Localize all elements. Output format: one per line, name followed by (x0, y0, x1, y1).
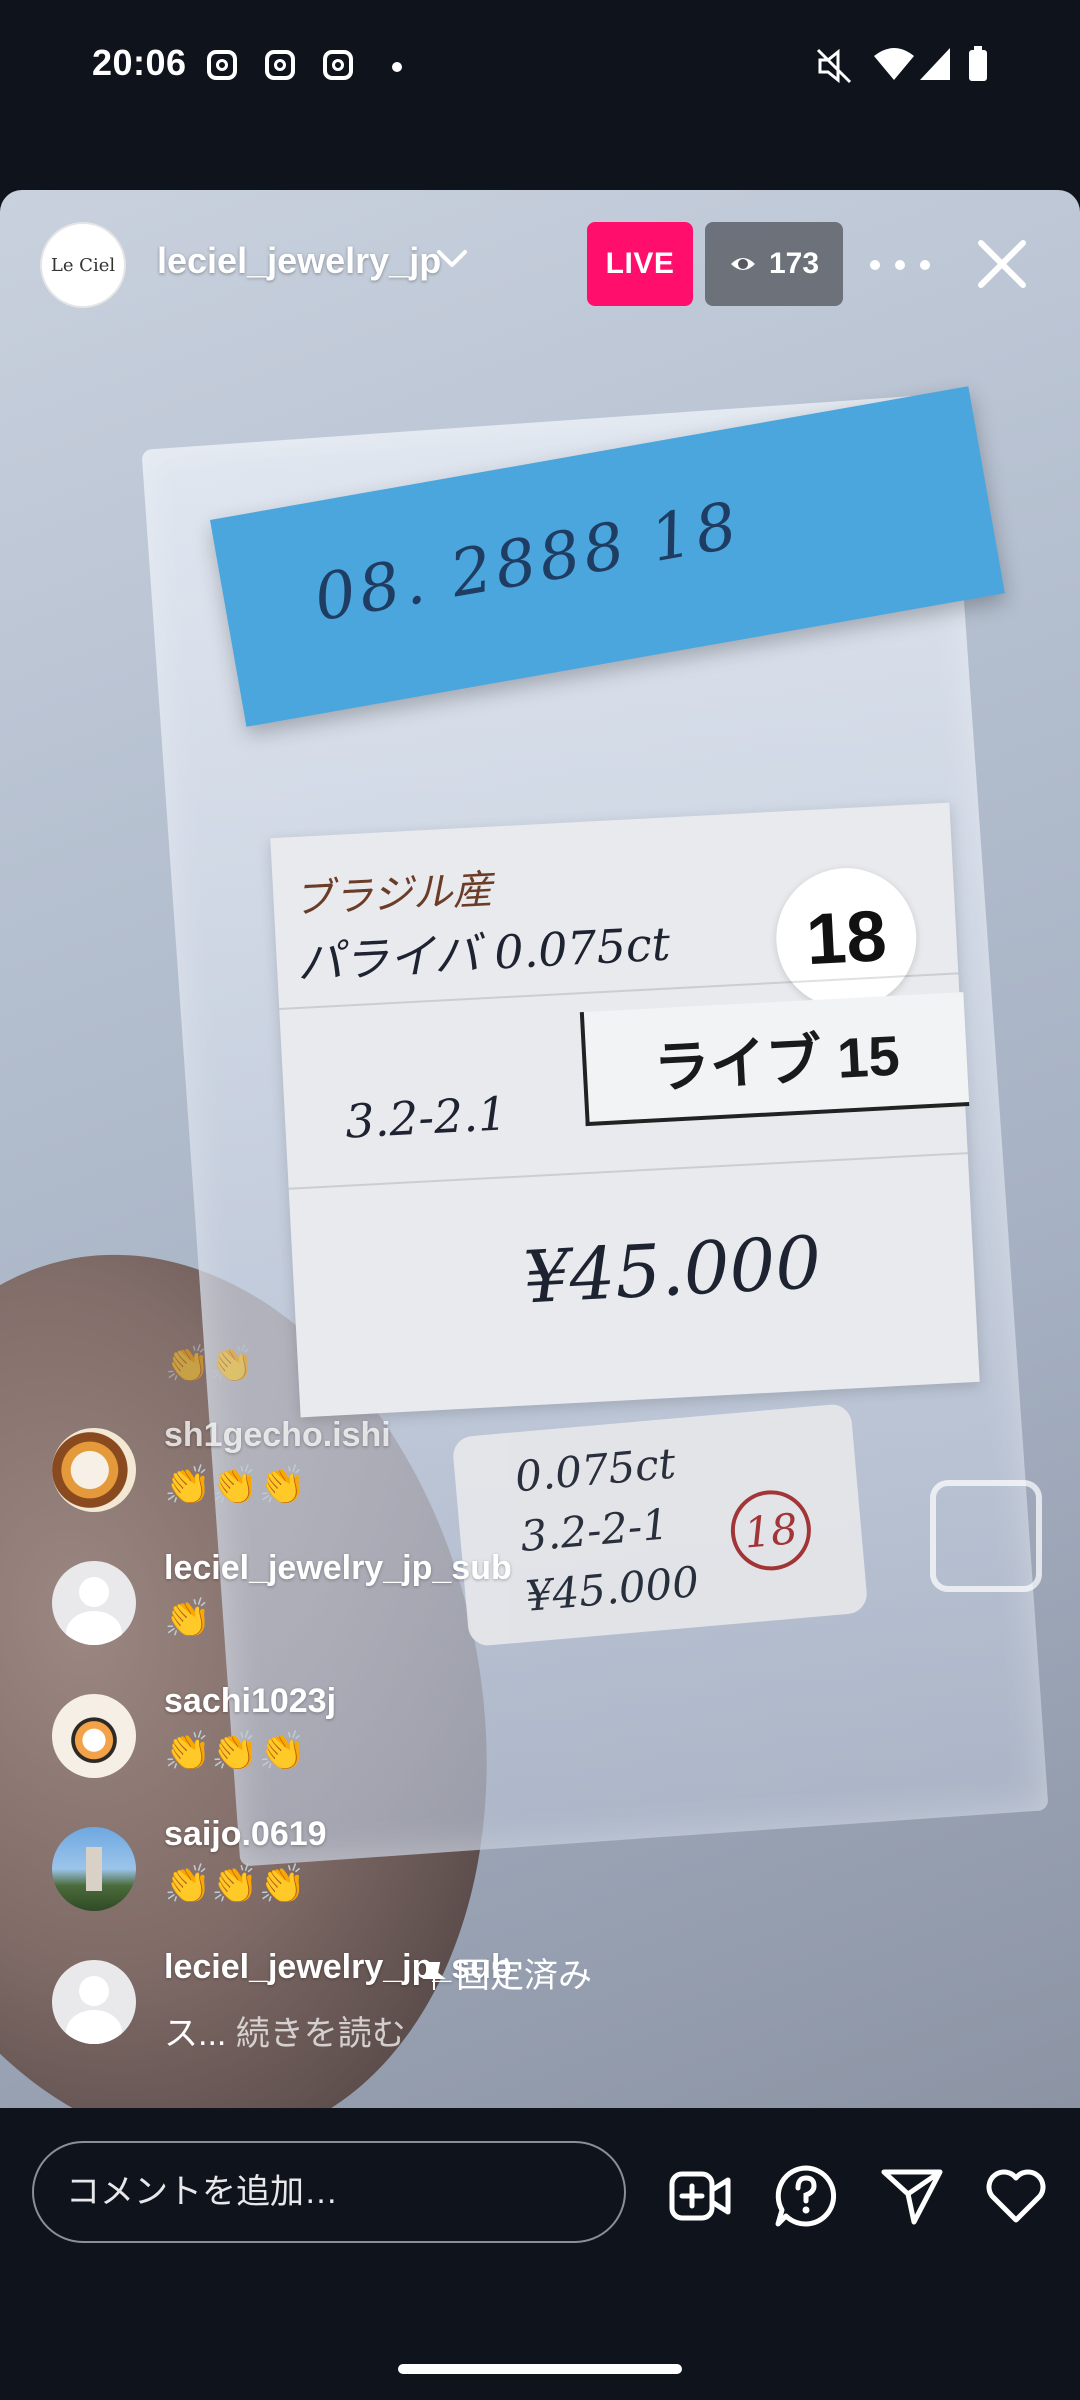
notification-dot-icon (392, 62, 402, 72)
close-icon[interactable] (973, 235, 1031, 293)
home-indicator[interactable] (398, 2364, 682, 2374)
comment-username[interactable]: sachi1023j (164, 1682, 336, 1721)
viewer-count-badge[interactable]: 173 (705, 222, 843, 306)
divider (288, 1152, 968, 1190)
viewer-count: 173 (768, 247, 820, 280)
mute-icon (816, 48, 852, 84)
pinned-indicator: 固定済み (422, 1948, 592, 1997)
streamer-username[interactable]: leciel_jewelry_jp (157, 240, 441, 282)
live-number-tag: ライブ 15 (579, 992, 970, 1127)
dot (895, 260, 905, 270)
pinned-label: 固定済み (456, 1957, 592, 1995)
avatar[interactable] (52, 1960, 136, 2044)
eye-icon (730, 258, 755, 270)
streamer-avatar[interactable]: Le Ciel (40, 222, 126, 308)
small-card-line: ¥45.000 (523, 1556, 701, 1621)
battery-icon (969, 46, 987, 81)
avatar[interactable] (52, 1827, 136, 1911)
avatar[interactable] (52, 1561, 136, 1645)
dot (920, 260, 930, 270)
status-bar: 20:06 (0, 0, 1080, 130)
sticky-note-text: 08. 2888 18 (309, 488, 747, 637)
live-badge: LIVE (587, 222, 693, 306)
comment-input[interactable] (32, 2141, 626, 2243)
instagram-icon (207, 50, 237, 80)
comment-text: 👏👏👏 (164, 1465, 306, 1507)
size-code-text: 3.2-2.1 (343, 1086, 509, 1149)
item-number: 18 (772, 864, 920, 1012)
status-time: 20:06 (92, 42, 187, 83)
instagram-icon (265, 50, 295, 80)
question-icon[interactable] (774, 2164, 838, 2228)
comment-username[interactable]: saijo.0619 (164, 1815, 327, 1854)
small-price-card: 0.075ct 3.2-2-1 ¥45.000 18 (451, 1402, 869, 1648)
comment-username[interactable]: leciel_jewelry_jp_sub (164, 1549, 512, 1588)
comment-text: 👏👏👏 (164, 1864, 306, 1906)
origin-text: ブラジル産 (292, 866, 494, 924)
small-card-line: 0.075ct (513, 1438, 678, 1502)
pin-icon (422, 1962, 446, 1990)
avatar[interactable] (52, 1694, 136, 1778)
small-card-line: 3.2-2-1 (518, 1499, 671, 1562)
read-more-link[interactable]: 続きを読む (236, 2015, 406, 2053)
comment-username[interactable]: sh1gecho.ishi (164, 1416, 391, 1455)
dot (870, 260, 880, 270)
comment-text: 👏 (164, 1598, 212, 1640)
comment-text: 👏👏👏 (164, 1731, 306, 1773)
price-text: ¥45.000 (521, 1220, 824, 1320)
more-options-button[interactable] (870, 240, 930, 290)
pinned-text-start: ス... (164, 2015, 227, 2053)
comment-text: ス... 続きを読む (164, 2006, 406, 2055)
add-video-icon[interactable] (668, 2164, 732, 2228)
chevron-down-icon[interactable] (436, 248, 468, 270)
live-video[interactable]: 08. 2888 18 ブラジル産 パライバ 0.075ct 18 ライブ 15… (0, 190, 1080, 2108)
avatar[interactable] (52, 1428, 136, 1512)
heart-icon[interactable] (984, 2164, 1048, 2228)
instagram-icon (323, 50, 353, 80)
price-label-card: ブラジル産 パライバ 0.075ct 18 ライブ 15 3.2-2.1 ¥45… (270, 802, 980, 1418)
signal-icon (920, 48, 950, 80)
recycle-mark-icon (930, 1480, 1042, 1592)
wifi-icon (874, 48, 914, 80)
send-icon[interactable] (880, 2164, 944, 2228)
small-card-number: 18 (727, 1487, 815, 1574)
